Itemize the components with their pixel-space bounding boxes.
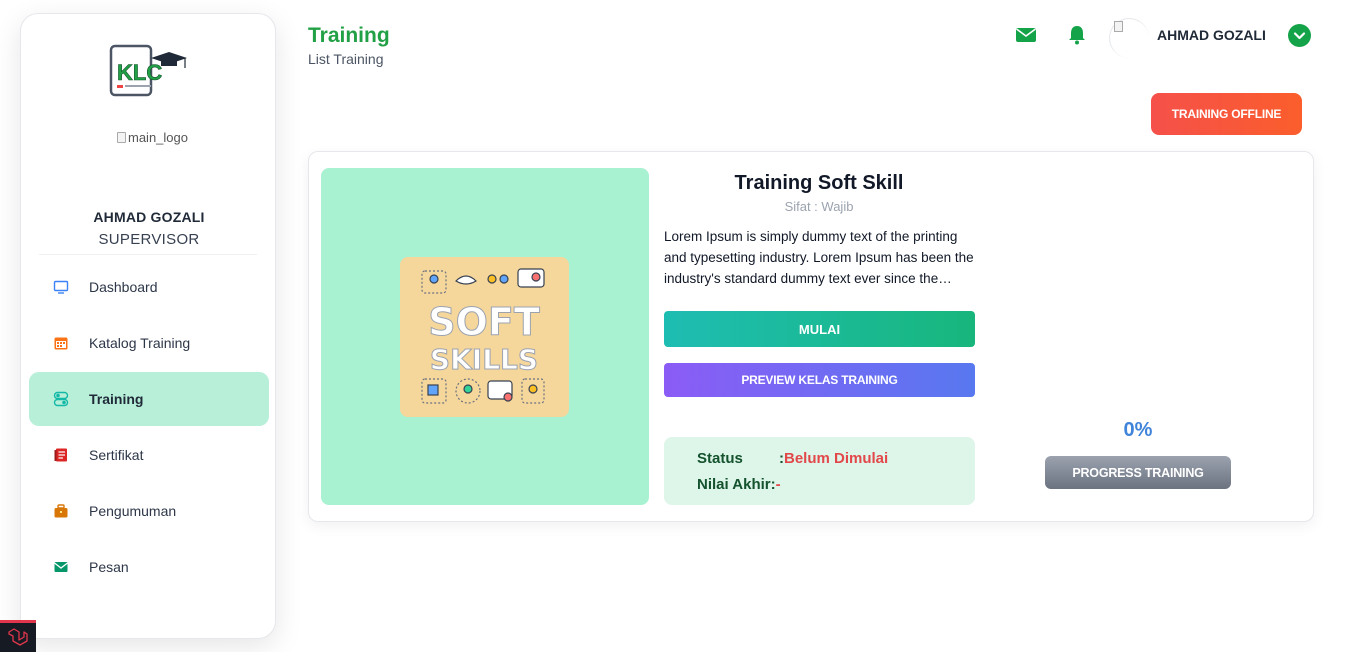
score-value: - bbox=[775, 476, 781, 493]
broken-image-icon bbox=[117, 132, 126, 143]
training-offline-button[interactable]: TRAINING OFFLINE bbox=[1151, 93, 1302, 135]
sidebar-user-name: AHMAD GOZALI bbox=[93, 209, 205, 225]
broken-image-icon bbox=[1114, 21, 1123, 32]
sidebar-item-pengumuman[interactable]: Pengumuman bbox=[29, 484, 269, 538]
klc-logo: KLC bbox=[109, 44, 187, 97]
bell-icon[interactable] bbox=[1066, 24, 1088, 46]
status-box: Status:Belum Dimulai Nilai Akhir:- bbox=[664, 437, 975, 505]
start-training-button[interactable]: MULAI bbox=[664, 311, 975, 347]
preview-class-button[interactable]: PREVIEW KELAS TRAINING bbox=[664, 363, 975, 397]
laravel-icon bbox=[8, 627, 28, 646]
main-logo-image: main_logo bbox=[117, 130, 188, 145]
sidebar-item-label: Training bbox=[89, 391, 144, 407]
image-text-soft: SOFT bbox=[428, 300, 540, 344]
svg-text:KLC: KLC bbox=[117, 60, 162, 85]
progress-training-button[interactable]: PROGRESS TRAINING bbox=[1045, 456, 1231, 489]
progress-percent: 0% bbox=[1123, 419, 1153, 441]
sidebar-item-label: Pesan bbox=[89, 559, 129, 575]
envelope-icon bbox=[53, 559, 69, 575]
training-sifat: Sifat : Wajib bbox=[784, 199, 854, 214]
sidebar-item-label: Sertifikat bbox=[89, 447, 144, 463]
score-row: Nilai Akhir:- bbox=[697, 476, 781, 493]
calendar-icon bbox=[53, 335, 69, 351]
sidebar-item-dashboard[interactable]: Dashboard bbox=[29, 260, 269, 314]
avatar[interactable] bbox=[1109, 18, 1149, 58]
soft-skills-illustration: SOFT SKILLS bbox=[421, 268, 545, 404]
training-thumbnail[interactable]: SOFT SKILLS bbox=[321, 168, 649, 505]
main-logo-alt-text: main_logo bbox=[128, 130, 188, 145]
sidebar-nav: Dashboard Katalog Training Training Sert… bbox=[29, 260, 269, 596]
status-value: Belum Dimulai bbox=[784, 450, 889, 467]
sidebar-item-pesan[interactable]: Pesan bbox=[29, 540, 269, 594]
sidebar-item-label: Dashboard bbox=[89, 279, 158, 295]
chevron-down-icon bbox=[1293, 32, 1306, 40]
sidebar-item-label: Pengumuman bbox=[89, 503, 177, 519]
page-subtitle: List Training bbox=[308, 51, 384, 67]
soft-skills-image: SOFT SKILLS bbox=[400, 257, 569, 417]
sidebar-item-label: Katalog Training bbox=[89, 335, 191, 351]
status-label: Status bbox=[697, 450, 743, 467]
sidebar-item-sertifikat[interactable]: Sertifikat bbox=[29, 428, 269, 482]
image-text-skills: SKILLS bbox=[430, 343, 538, 376]
sidebar-item-katalog-training[interactable]: Katalog Training bbox=[29, 316, 269, 370]
training-card: SOFT SKILLS Training Soft Skill Sifat : … bbox=[308, 151, 1314, 522]
header-user-name[interactable]: AHMAD GOZALI bbox=[1157, 27, 1266, 43]
sidebar-user-role: SUPERVISOR bbox=[98, 231, 200, 248]
mail-icon[interactable] bbox=[1015, 24, 1037, 46]
training-description: Lorem Ipsum is simply dummy text of the … bbox=[664, 229, 974, 286]
training-title: Training Soft Skill bbox=[734, 172, 904, 194]
score-label: Nilai Akhir bbox=[697, 476, 771, 493]
debugbar-toggle[interactable] bbox=[0, 620, 36, 652]
sidebar: KLC main_logo AHMAD GOZALI SUPERVISOR Da… bbox=[20, 13, 276, 639]
monitor-icon bbox=[53, 279, 69, 295]
sidebar-divider bbox=[39, 254, 257, 255]
sidebar-item-training[interactable]: Training bbox=[29, 372, 269, 426]
toggle-icon bbox=[53, 391, 69, 407]
document-icon bbox=[53, 447, 69, 463]
status-row: Status:Belum Dimulai bbox=[697, 450, 888, 467]
user-menu-dropdown[interactable] bbox=[1288, 24, 1311, 47]
briefcase-icon bbox=[53, 503, 69, 519]
page-title: Training bbox=[308, 24, 390, 47]
